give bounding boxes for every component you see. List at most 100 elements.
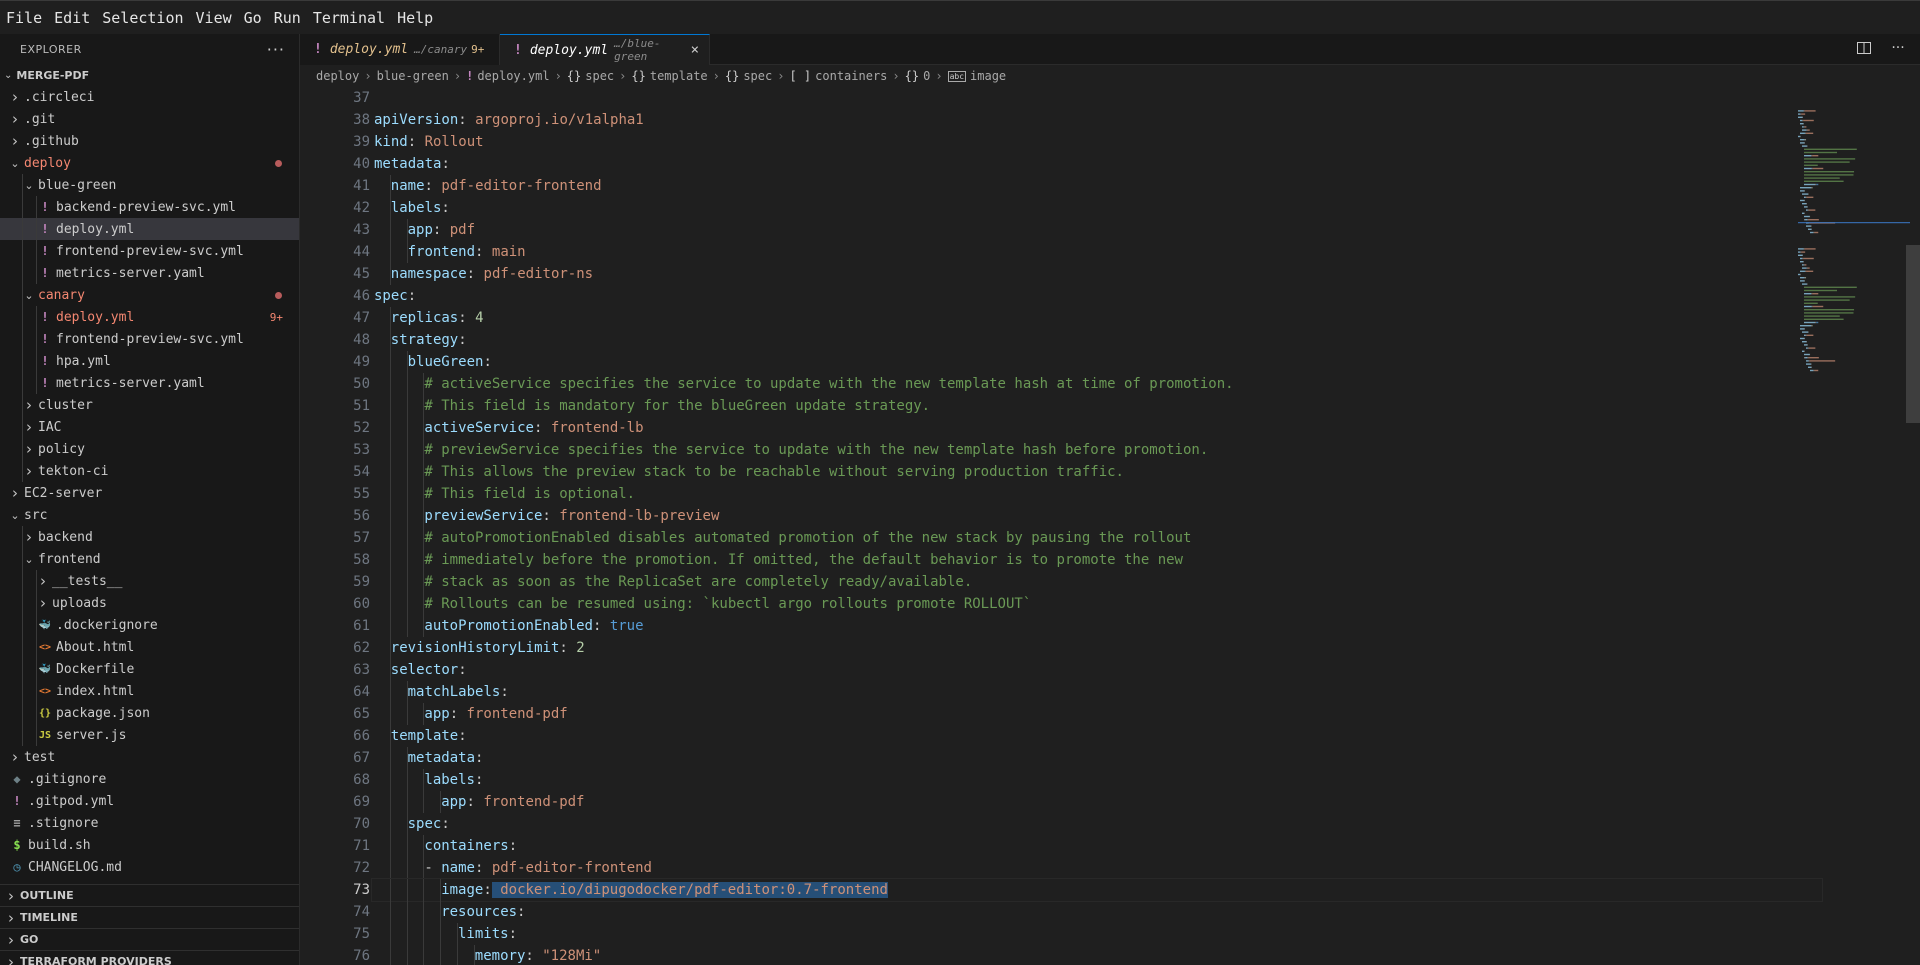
code-line[interactable]: activeService: frontend-lb: [372, 417, 1822, 439]
split-editor-icon[interactable]: [1856, 40, 1872, 56]
tree-file[interactable]: ◷ CHANGELOG.md: [0, 856, 299, 878]
tree-folder[interactable]: › tekton-ci: [0, 460, 299, 482]
code-line[interactable]: labels:: [372, 769, 1822, 791]
code-line[interactable]: resources:: [372, 901, 1822, 923]
panel-outline[interactable]: › OUTLINE: [0, 884, 299, 906]
breadcrumb-item[interactable]: abc image: [947, 69, 1006, 83]
code-line[interactable]: autoPromotionEnabled: true: [372, 615, 1822, 637]
tree-folder[interactable]: › __tests__: [0, 570, 299, 592]
code-line[interactable]: app: frontend-pdf: [372, 791, 1822, 813]
code-line[interactable]: # This allows the preview stack to be re…: [372, 461, 1822, 483]
workspace-root[interactable]: ⌄ MERGE-PDF: [0, 64, 299, 86]
close-icon[interactable]: ×: [691, 42, 699, 58]
breadcrumb-item[interactable]: deploy: [316, 69, 359, 83]
tree-file[interactable]: <> index.html: [0, 680, 299, 702]
code-line[interactable]: # Rollouts can be resumed using: `kubect…: [372, 593, 1822, 615]
code-line[interactable]: # immediately before the promotion. If o…: [372, 549, 1822, 571]
tree-folder[interactable]: › .circleci: [0, 86, 299, 108]
tree-file[interactable]: ! frontend-preview-svc.yml: [0, 240, 299, 262]
code-line[interactable]: labels:: [372, 197, 1822, 219]
tab-deploy-yml[interactable]: ! deploy.yml …/canary 9+: [300, 34, 500, 65]
tree-file[interactable]: ! hpa.yml: [0, 350, 299, 372]
code-line[interactable]: frontend: main: [372, 241, 1822, 263]
code-line[interactable]: spec:: [372, 285, 1822, 307]
tree-file[interactable]: ! deploy.yml: [0, 218, 299, 240]
code-line[interactable]: app: pdf: [372, 219, 1822, 241]
tree-file[interactable]: <> About.html: [0, 636, 299, 658]
code-line[interactable]: containers:: [372, 835, 1822, 857]
code-line[interactable]: image: docker.io/dipugodocker/pdf-editor…: [371, 878, 1823, 902]
more-editor-actions-icon[interactable]: ···: [1890, 40, 1906, 56]
code-line[interactable]: # This field is optional.: [372, 483, 1822, 505]
menu-go[interactable]: Go: [238, 5, 268, 31]
tree-file[interactable]: ! .gitpod.yml: [0, 790, 299, 812]
breadcrumb-item[interactable]: [ ] containers: [789, 69, 887, 83]
tree-folder[interactable]: › policy: [0, 438, 299, 460]
scrollbar-thumb[interactable]: [1906, 245, 1920, 423]
code-lines[interactable]: apiVersion: argoproj.io/v1alpha1 kind: Ro…: [371, 87, 1823, 965]
menu-edit[interactable]: Edit: [48, 5, 96, 31]
code-line[interactable]: # autoPromotionEnabled disables automate…: [372, 527, 1822, 549]
menu-help[interactable]: Help: [391, 5, 439, 31]
tree-folder[interactable]: › .github: [0, 130, 299, 152]
code-line[interactable]: [372, 87, 1822, 109]
tree-file[interactable]: ≡ .stignore: [0, 812, 299, 834]
panel-timeline[interactable]: › TIMELINE: [0, 906, 299, 928]
code-line[interactable]: app: frontend-pdf: [372, 703, 1822, 725]
tree-file[interactable]: JS server.js: [0, 724, 299, 746]
breadcrumb-item[interactable]: ! deploy.yml: [466, 69, 549, 83]
code-editor[interactable]: 37 38 39 40 41 42 43 44 45 46 47 48 49 50 51 52 53 54 55 56…: [300, 87, 1920, 965]
tree-folder[interactable]: › test: [0, 746, 299, 768]
code-line[interactable]: kind: Rollout: [372, 131, 1822, 153]
menu-view[interactable]: View: [190, 5, 238, 31]
minimap[interactable]: [1790, 87, 1910, 965]
tree-folder[interactable]: ⌄ deploy: [0, 152, 299, 174]
tree-folder[interactable]: › .git: [0, 108, 299, 130]
breadcrumb-item[interactable]: {} template: [631, 69, 707, 83]
menu-file[interactable]: File: [0, 5, 48, 31]
tree-folder[interactable]: ⌄ canary: [0, 284, 299, 306]
code-line[interactable]: namespace: pdf-editor-ns: [372, 263, 1822, 285]
panel-terraform-providers[interactable]: › TERRAFORM PROVIDERS: [0, 950, 299, 965]
tree-file[interactable]: 🐳 .dockerignore: [0, 614, 299, 636]
tree-folder[interactable]: ⌄ blue-green: [0, 174, 299, 196]
tree-folder[interactable]: › cluster: [0, 394, 299, 416]
tree-file[interactable]: ◆ .gitignore: [0, 768, 299, 790]
code-line[interactable]: # previewService specifies the service t…: [372, 439, 1822, 461]
menu-terminal[interactable]: Terminal: [307, 5, 391, 31]
breadcrumb-item[interactable]: {} spec: [725, 69, 772, 83]
tab-deploy-yml[interactable]: ! deploy.yml …/blue-green ×: [500, 34, 710, 65]
breadcrumb-item[interactable]: {} spec: [567, 69, 614, 83]
code-line[interactable]: replicas: 4: [372, 307, 1822, 329]
tree-file[interactable]: ! metrics-server.yaml: [0, 262, 299, 284]
editor-scrollbar[interactable]: [1906, 87, 1920, 965]
tree-file[interactable]: ! deploy.yml 9+: [0, 306, 299, 328]
code-line[interactable]: name: pdf-editor-frontend: [372, 175, 1822, 197]
code-line[interactable]: selector:: [372, 659, 1822, 681]
code-line[interactable]: matchLabels:: [372, 681, 1822, 703]
code-line[interactable]: memory: "128Mi": [372, 945, 1822, 965]
code-line[interactable]: limits:: [372, 923, 1822, 945]
tree-file[interactable]: {} package.json: [0, 702, 299, 724]
tree-folder[interactable]: › IAC: [0, 416, 299, 438]
tree-file[interactable]: ! metrics-server.yaml: [0, 372, 299, 394]
code-line[interactable]: # activeService specifies the service to…: [372, 373, 1822, 395]
menu-selection[interactable]: Selection: [96, 5, 189, 31]
code-line[interactable]: metadata:: [372, 153, 1822, 175]
code-line[interactable]: blueGreen:: [372, 351, 1822, 373]
tree-folder[interactable]: › uploads: [0, 592, 299, 614]
code-line[interactable]: apiVersion: argoproj.io/v1alpha1: [372, 109, 1822, 131]
code-line[interactable]: revisionHistoryLimit: 2: [372, 637, 1822, 659]
tree-folder[interactable]: › backend: [0, 526, 299, 548]
tree-file[interactable]: 🐳 Dockerfile: [0, 658, 299, 680]
code-line[interactable]: - name: pdf-editor-frontend: [372, 857, 1822, 879]
breadcrumb-item[interactable]: {} 0: [905, 69, 931, 83]
breadcrumb-item[interactable]: blue-green: [377, 69, 449, 83]
tree-file[interactable]: ! backend-preview-svc.yml: [0, 196, 299, 218]
menu-run[interactable]: Run: [268, 5, 307, 31]
tree-file[interactable]: $ build.sh: [0, 834, 299, 856]
code-line[interactable]: # This field is mandatory for the blueGr…: [372, 395, 1822, 417]
code-line[interactable]: template:: [372, 725, 1822, 747]
code-line[interactable]: metadata:: [372, 747, 1822, 769]
tree-file[interactable]: ! frontend-preview-svc.yml: [0, 328, 299, 350]
